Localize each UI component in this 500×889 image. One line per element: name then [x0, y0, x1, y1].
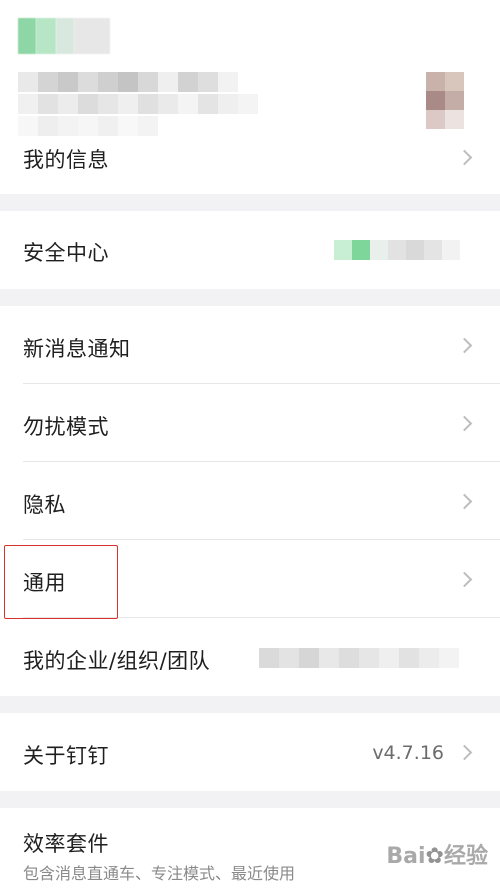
- my-info-row[interactable]: 我的信息: [0, 136, 500, 194]
- privacy-row[interactable]: 隐私: [0, 462, 500, 540]
- my-enterprise-label: 我的企业/组织/团队: [23, 649, 211, 673]
- avatar-pixel: [18, 18, 36, 54]
- blurred-detail: [18, 116, 158, 136]
- avatar-pixel: [56, 18, 74, 54]
- profile-card[interactable]: [0, 0, 500, 136]
- blurred-security-status: [334, 240, 460, 260]
- chevron-right-icon: [456, 337, 473, 354]
- watermark-suffix: 经验: [443, 844, 488, 869]
- security-center-label: 安全中心: [23, 241, 109, 265]
- paw-icon: ✿: [425, 844, 444, 869]
- chevron-right-icon: [456, 744, 473, 761]
- chevron-right-icon: [456, 493, 473, 510]
- do-not-disturb-row[interactable]: 勿扰模式: [0, 384, 500, 462]
- efficiency-suite-description: 包含消息直通车、专注模式、最近使用: [23, 864, 296, 883]
- chevron-right-icon: [456, 571, 473, 588]
- about-dingtalk-label: 关于钉钉: [23, 744, 109, 768]
- do-not-disturb-label: 勿扰模式: [23, 415, 109, 439]
- watermark-text: Bai: [386, 844, 426, 869]
- blurred-name: [18, 72, 238, 92]
- baidu-watermark: Bai✿经验: [386, 838, 488, 870]
- about-dingtalk-row[interactable]: 关于钉钉 v4.7.16: [0, 713, 500, 791]
- my-info-label: 我的信息: [23, 148, 109, 172]
- chevron-right-icon: [456, 415, 473, 432]
- version-text: v4.7.16: [372, 742, 444, 764]
- new-message-notification-row[interactable]: 新消息通知: [0, 306, 500, 384]
- avatar-pixel: [36, 18, 56, 54]
- settings-page: 我的信息 安全中心 新消息通知 勿扰模式 隐私 通用 我的企业/组织/团队 关于…: [0, 0, 500, 889]
- privacy-label: 隐私: [23, 493, 66, 517]
- blurred-thumbnail: [426, 72, 464, 129]
- chevron-right-icon: [456, 149, 473, 166]
- blurred-enterprise-name: [259, 648, 459, 668]
- blurred-detail: [18, 94, 258, 114]
- highlight-annotation: [4, 545, 118, 619]
- avatar-pixel: [74, 18, 110, 54]
- efficiency-suite-label: 效率套件: [23, 832, 109, 856]
- new-message-notification-label: 新消息通知: [23, 337, 131, 361]
